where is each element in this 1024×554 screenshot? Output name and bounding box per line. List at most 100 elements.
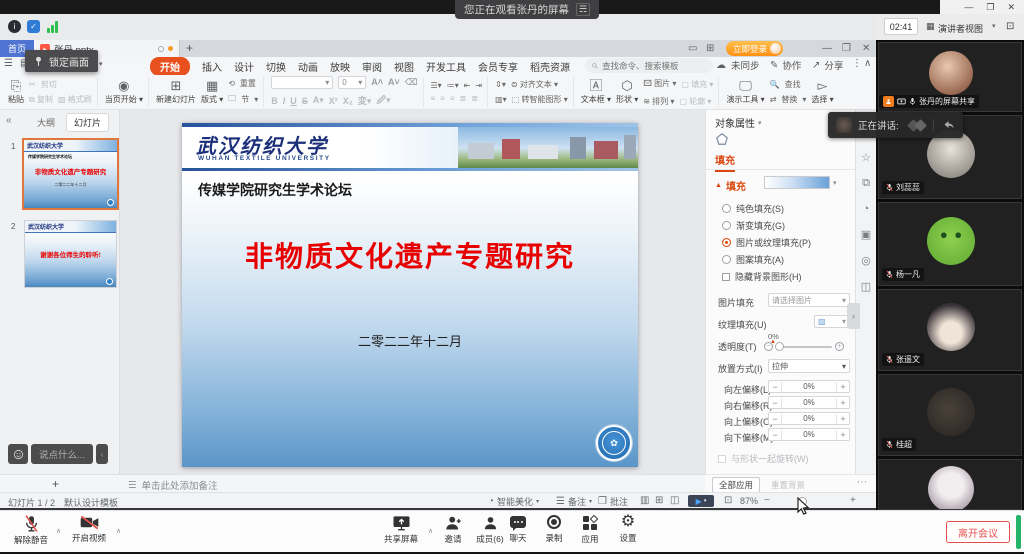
sorter-view-icon[interactable]: ⊞ <box>655 495 663 506</box>
fullscreen-icon[interactable]: ⊡ <box>1006 21 1014 32</box>
add-slide-button[interactable]: + <box>52 477 59 491</box>
tab-resources[interactable]: 稻壳资源 <box>530 59 570 74</box>
paste-button[interactable]: ⎘粘贴 <box>8 79 24 105</box>
chat-input[interactable]: 说点什么... <box>31 444 93 464</box>
animation-strip-icon[interactable]: ⧉ <box>862 177 870 190</box>
video-tile[interactable]: 杨一凡 <box>878 202 1022 286</box>
transparency-slider[interactable]: − + <box>764 342 844 351</box>
textbox-button[interactable]: 🄰文本框 ▾ <box>581 79 611 105</box>
bold-button[interactable]: B <box>271 96 278 106</box>
tab-layout-icon[interactable]: ▭ <box>688 43 697 54</box>
slide-date[interactable]: 二零二二年十二月 <box>182 331 638 350</box>
new-slide-button[interactable]: ⊞新建幻灯片 <box>156 79 196 105</box>
tab-home[interactable]: 开始 <box>150 57 190 76</box>
emoji-icon[interactable] <box>8 444 28 464</box>
info-tray-icon[interactable]: i <box>8 20 21 33</box>
shapes-button[interactable]: ⬡形状 ▾ <box>616 79 638 105</box>
indent-icon[interactable]: ⇥ <box>475 81 482 90</box>
distribute-icon[interactable]: ≣ <box>471 94 478 103</box>
radio-picture-texture-fill[interactable]: 图片或纹理填充(P) <box>722 236 811 249</box>
radio-gradient-fill[interactable]: 渐变填充(G) <box>722 219 785 232</box>
expand-panel-handle[interactable]: › <box>847 303 860 329</box>
login-button[interactable]: 立即登录 <box>726 41 783 56</box>
video-tile-sharer[interactable]: 张丹的屏幕共享 <box>878 42 1022 112</box>
font-color-button[interactable]: A▾ <box>313 95 324 106</box>
line-spacing-icon[interactable]: ⇕▾ <box>495 80 506 89</box>
share-options-caret-icon[interactable]: ∧ <box>428 527 433 535</box>
outline-button[interactable]: ▢ 轮廓 ▾ <box>679 96 711 107</box>
wps-maximize-icon[interactable]: ❐ <box>842 43 851 54</box>
align-right-icon[interactable]: ≡ <box>450 94 455 103</box>
reading-strip-icon[interactable]: ◫ <box>861 280 871 293</box>
offset-right-stepper[interactable]: −0%+ <box>768 396 850 409</box>
present-tools-button[interactable]: 🖵演示工具 ▾ <box>726 79 764 105</box>
normal-view-icon[interactable]: ▥ <box>640 495 649 506</box>
clear-format-icon[interactable]: ⌫ <box>405 77 418 88</box>
reply-arrow-icon[interactable] <box>943 120 955 130</box>
offset-down-stepper[interactable]: −0%+ <box>768 428 850 441</box>
copy-button[interactable]: ⧉ 复制 <box>29 94 53 105</box>
signal-tray-icon[interactable] <box>47 21 58 33</box>
view-mode-label[interactable]: 演讲者视图 <box>938 22 983 35</box>
zoom-in-icon[interactable]: + <box>850 495 856 506</box>
maximize-icon[interactable]: ❐ <box>986 2 994 13</box>
arrange-button[interactable]: ≋ 排列 ▾ <box>643 96 674 107</box>
fit-slide-icon[interactable]: ⊡ <box>724 495 732 506</box>
offset-left-stepper[interactable]: −0%+ <box>768 380 850 393</box>
settings-button[interactable]: ⚙ 设置 <box>612 513 644 544</box>
video-tile[interactable] <box>878 459 1022 510</box>
tab-grid-icon[interactable]: ⊞ <box>706 43 714 54</box>
underline-button[interactable]: U <box>290 96 297 106</box>
reset-background-button[interactable]: 重置背景 <box>771 479 805 491</box>
radio-pattern-fill[interactable]: 图案填充(A) <box>722 253 784 266</box>
notes-toggle[interactable]: ☰备注▾ <box>556 495 592 508</box>
tab-member[interactable]: 会员专享 <box>478 59 518 74</box>
invite-button[interactable]: 邀请 <box>436 515 470 545</box>
forum-subtitle[interactable]: 传媒学院研究生学术论坛 <box>198 180 352 200</box>
chat-button[interactable]: 聊天 <box>502 516 534 544</box>
tab-review[interactable]: 审阅 <box>362 59 382 74</box>
sync-status[interactable]: ☁未同步 <box>716 58 760 72</box>
picture-strip-icon[interactable]: ▣ <box>861 228 871 241</box>
to-smartart-button[interactable]: ⬚ 转智能图形 ▾ <box>512 94 568 105</box>
slide2-thumbnail[interactable]: 武汉纺织大学 谢谢各位师生的聆听! <box>24 220 117 288</box>
slide-title[interactable]: 非物质文化遗产专题研究 <box>182 235 638 275</box>
zoom-out-icon[interactable]: − <box>764 495 770 506</box>
share-button[interactable]: ↗分享 <box>812 58 843 72</box>
layout-button[interactable]: ▦版式 ▾ <box>201 79 223 105</box>
collapse-ribbon-icon[interactable]: ∧ <box>864 58 871 69</box>
more-icon[interactable]: ⋮ <box>852 58 862 69</box>
tab-developer[interactable]: 开发工具 <box>426 59 466 74</box>
video-options-caret-icon[interactable]: ∧ <box>116 527 121 535</box>
tab-transition[interactable]: 切换 <box>266 59 286 74</box>
unmute-button[interactable]: 解除静音 <box>8 515 54 546</box>
picture-button[interactable]: 🖾 图片 ▾ <box>643 78 676 92</box>
collaborate-button[interactable]: ✎协作 <box>770 58 801 72</box>
section-expand-icon[interactable]: ▲ <box>715 182 722 189</box>
tab-animation[interactable]: 动画 <box>298 59 318 74</box>
properties-caret-icon[interactable]: ▾ <box>758 119 762 127</box>
wps-minimize-icon[interactable]: — <box>822 43 832 54</box>
shrink-font-icon[interactable]: A˅ <box>388 77 400 87</box>
outline-tab[interactable]: 大纲 <box>30 114 62 131</box>
font-family-select[interactable]: ▾ <box>271 76 333 89</box>
video-tile[interactable]: 桂超 <box>878 374 1022 456</box>
superscript-button[interactable]: X² <box>329 96 338 106</box>
comments-toggle[interactable]: ❐批注 <box>598 495 628 508</box>
video-tile[interactable]: 张遥文 <box>878 289 1022 371</box>
tab-view[interactable]: 视图 <box>394 59 414 74</box>
find-button[interactable]: 🔍 查找 <box>770 79 807 90</box>
search-input[interactable] <box>602 61 706 71</box>
placement-select[interactable]: 拉伸▾ <box>768 359 850 373</box>
fill-button[interactable]: ▢ 填充 ▾ <box>681 79 713 90</box>
wps-close-icon[interactable]: ✕ <box>862 43 870 54</box>
columns-icon[interactable]: ▥▾ <box>495 95 507 104</box>
history-strip-icon[interactable]: ◔ <box>863 203 870 215</box>
minimize-icon[interactable]: — <box>964 2 973 12</box>
bullets-icon[interactable]: ☰▾ <box>431 81 442 90</box>
highlight-button[interactable]: 🖉▾ <box>376 93 390 109</box>
share-screen-button[interactable]: 共享屏幕 <box>376 515 426 545</box>
tab-slideshow[interactable]: 放映 <box>330 59 350 74</box>
slide1-thumbnail[interactable]: 武汉纺织大学 传媒学院研究生学术论坛 非物质文化遗产专题研究 二零二二年十二月 <box>24 140 117 208</box>
collapse-bubble-icon[interactable]: ‹ <box>96 444 108 464</box>
